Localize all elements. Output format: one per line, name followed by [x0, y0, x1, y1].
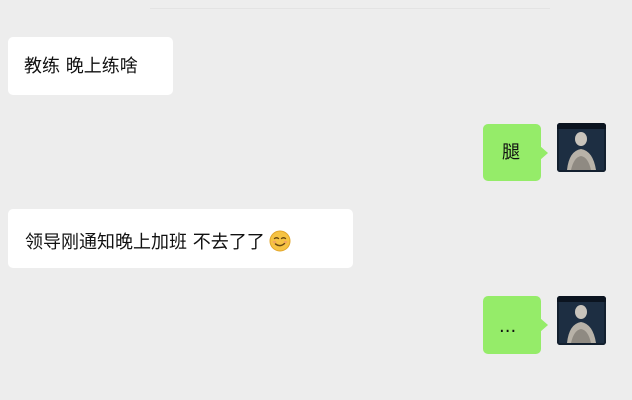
message-bubble-incoming[interactable]: 教练 晚上练啥 — [8, 37, 173, 95]
user-avatar[interactable] — [557, 123, 606, 172]
message-bubble-incoming[interactable]: 领导刚通知晚上加班 不去了了 — [8, 209, 353, 268]
message-bubble-outgoing[interactable]: 腿 — [483, 124, 548, 181]
user-avatar[interactable] — [557, 296, 606, 345]
message-bubble-outgoing[interactable]: ... — [483, 296, 548, 354]
avatar-image-icon — [557, 123, 606, 172]
avatar-image-icon — [557, 296, 606, 345]
message-text: 领导刚通知晚上加班 不去了了 — [25, 232, 265, 253]
message-text: 腿 — [502, 142, 520, 163]
top-divider — [150, 0, 550, 9]
message-text: ... — [499, 316, 517, 337]
smirk-face-emoji-icon — [269, 230, 291, 256]
message-text: 教练 晚上练啥 — [24, 56, 138, 77]
